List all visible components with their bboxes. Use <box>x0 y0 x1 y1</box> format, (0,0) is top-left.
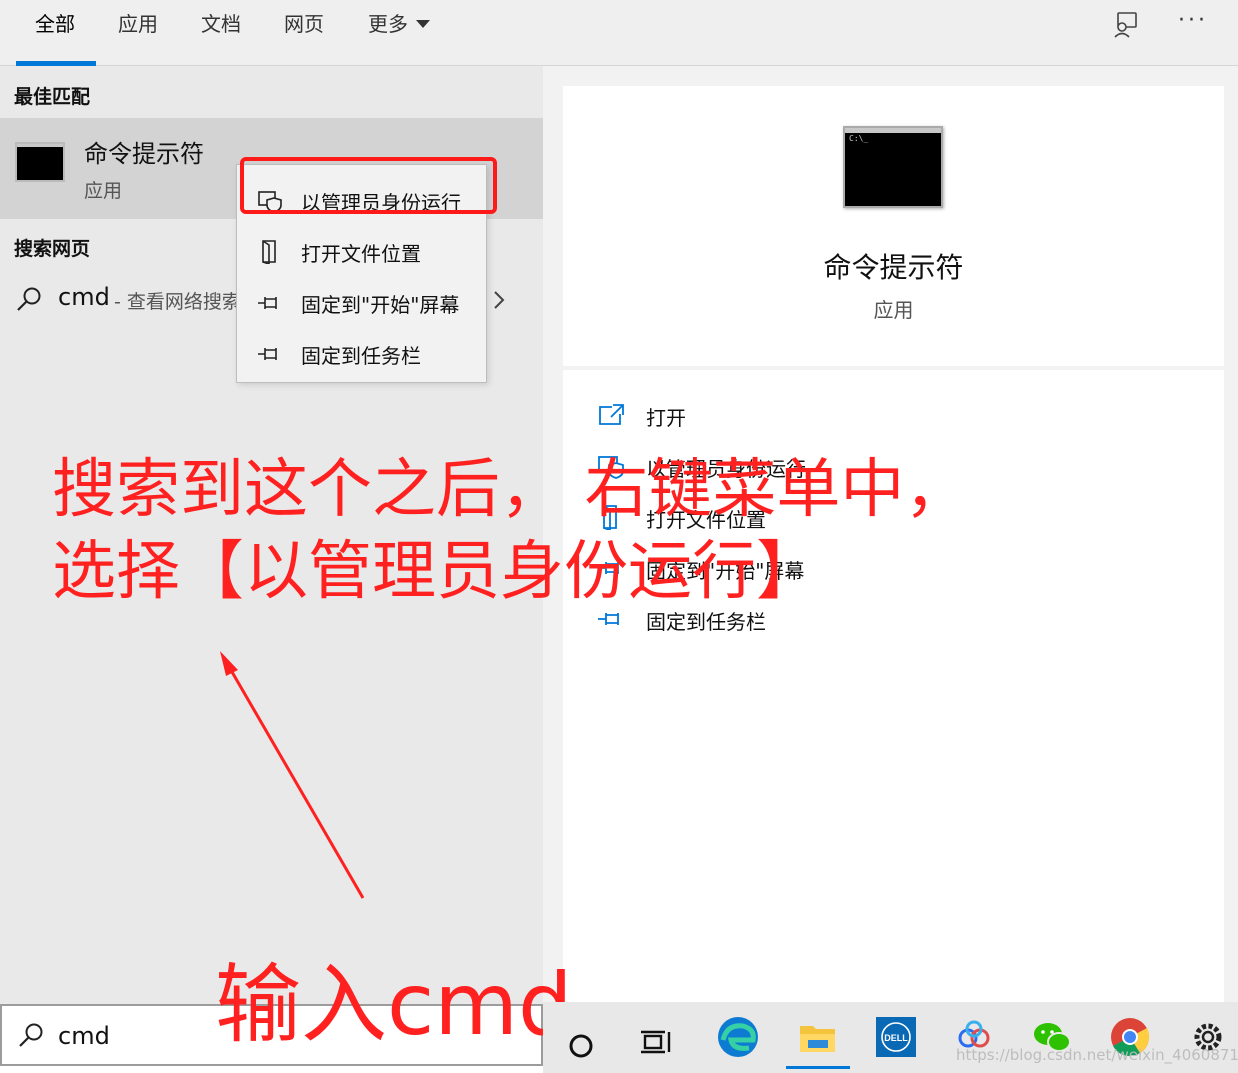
pin-icon <box>258 348 277 360</box>
context-pin-to-taskbar-label: 固定到任务栏 <box>301 344 421 368</box>
pin-icon <box>598 613 619 625</box>
watermark: https://blog.csdn.net/weixin_40608713 <box>956 1046 1238 1064</box>
task-view-icon[interactable] <box>635 1014 681 1060</box>
detail-title: 命令提示符 <box>823 251 964 284</box>
open-icon <box>599 404 624 425</box>
action-pin-to-taskbar-label: 固定到任务栏 <box>646 610 766 634</box>
active-app-indicator <box>786 1066 850 1069</box>
command-prompt-icon <box>15 142 65 182</box>
context-open-file-location[interactable]: 打开文件位置 <box>237 226 486 276</box>
edge-icon[interactable] <box>715 1014 761 1060</box>
cortana-icon[interactable] <box>563 1014 609 1060</box>
tab-documents[interactable]: 文档 <box>201 10 241 38</box>
best-match-subtitle: 应用 <box>84 180 123 202</box>
more-options-icon[interactable]: ··· <box>1178 8 1208 33</box>
tab-all[interactable]: 全部 <box>35 10 75 38</box>
web-search-heading: 搜索网页 <box>14 238 91 260</box>
annotation-input-hint: 输入cmd <box>215 955 573 1055</box>
chevron-down-icon <box>416 19 430 28</box>
context-open-file-location-label: 打开文件位置 <box>301 242 421 266</box>
action-open-label: 打开 <box>646 406 686 430</box>
dell-icon[interactable]: DELL <box>873 1014 919 1060</box>
detail-subtitle: 应用 <box>873 298 914 322</box>
tab-more[interactable]: 更多 <box>368 10 430 38</box>
best-match-heading: 最佳匹配 <box>14 86 91 108</box>
pin-icon <box>258 297 277 309</box>
chevron-right-icon[interactable] <box>492 290 506 310</box>
context-pin-to-start[interactable]: 固定到"开始"屏幕 <box>237 277 486 327</box>
context-pin-to-start-label: 固定到"开始"屏幕 <box>301 293 460 317</box>
search-tab-bar: 全部 应用 文档 网页 更多 ··· <box>0 0 1238 66</box>
dell-label: DELL <box>884 1033 908 1043</box>
tab-apps[interactable]: 应用 <box>118 10 158 38</box>
feedback-icon[interactable] <box>1112 10 1140 38</box>
file-location-icon <box>262 240 276 264</box>
annotation-line-1: 搜索到这个之后， 右键菜单中， <box>52 453 969 527</box>
highlight-box <box>240 157 497 214</box>
annotation-line-2: 选择【以管理员身份运行】 <box>52 535 820 609</box>
search-icon <box>19 1023 43 1047</box>
tab-web[interactable]: 网页 <box>284 10 324 38</box>
best-match-title: 命令提示符 <box>84 140 204 168</box>
web-query: cmd <box>58 283 110 311</box>
context-pin-to-taskbar[interactable]: 固定到任务栏 <box>237 328 486 378</box>
file-explorer-icon[interactable] <box>795 1014 841 1060</box>
search-icon <box>17 287 41 311</box>
prompt-text: C:\_ <box>849 134 869 143</box>
command-prompt-large-icon: C:\_ <box>843 126 943 208</box>
tab-more-label: 更多 <box>368 12 408 36</box>
